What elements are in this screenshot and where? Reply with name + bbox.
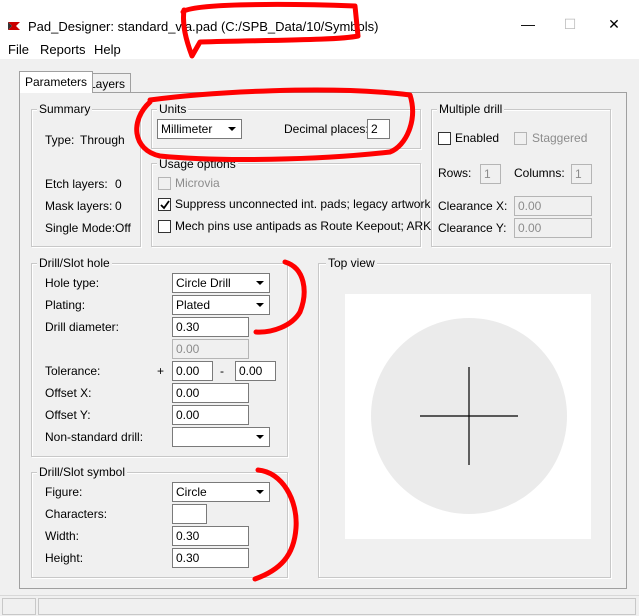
offset-x-input[interactable]: 0.00 bbox=[172, 383, 249, 403]
type-value: Through bbox=[80, 133, 125, 147]
maximize-button[interactable]: ☐ bbox=[550, 10, 590, 38]
suppress-label: Suppress unconnected int. pads; legacy a… bbox=[175, 197, 431, 211]
non-standard-drill-label: Non-standard drill: bbox=[45, 430, 144, 444]
status-section-2 bbox=[38, 598, 636, 615]
columns-label: Columns: bbox=[514, 166, 565, 180]
width-input[interactable]: 0.30 bbox=[172, 526, 249, 546]
menu-help[interactable]: Help bbox=[94, 42, 121, 57]
mask-layers-label: Mask layers: bbox=[45, 199, 113, 213]
summary-label: Summary bbox=[37, 102, 93, 116]
plating-value: Plated bbox=[176, 298, 211, 312]
tolerance-minus-sign: - bbox=[220, 364, 224, 378]
pad-preview bbox=[371, 318, 567, 514]
clearance-y-input[interactable]: 0.00 bbox=[514, 218, 592, 238]
plating-dropdown[interactable]: Plated bbox=[172, 295, 270, 315]
tolerance-minus-input[interactable]: 0.00 bbox=[235, 361, 276, 381]
window-title: Pad_Designer: standard_via.pad (C:/SPB_D… bbox=[28, 19, 379, 34]
type-label: Type: bbox=[45, 133, 75, 147]
tab-parameters[interactable]: Parameters bbox=[19, 71, 94, 93]
height-label: Height: bbox=[45, 551, 84, 565]
rows-input[interactable]: 1 bbox=[480, 164, 501, 184]
status-bar bbox=[0, 595, 639, 616]
figure-value: Circle bbox=[176, 485, 207, 499]
width-label: Width: bbox=[45, 529, 80, 543]
offset-y-input[interactable]: 0.00 bbox=[172, 405, 249, 425]
plating-label: Plating: bbox=[45, 298, 86, 312]
menu-reports[interactable]: Reports bbox=[40, 42, 86, 57]
etch-layers-label: Etch layers: bbox=[45, 177, 108, 191]
checkmark-icon bbox=[160, 200, 170, 210]
tolerance-plus-input[interactable]: 0.00 bbox=[172, 361, 213, 381]
status-section-1 bbox=[2, 598, 36, 615]
figure-label: Figure: bbox=[45, 485, 83, 499]
chevron-down-icon bbox=[256, 435, 264, 439]
close-button[interactable]: ✕ bbox=[594, 10, 634, 38]
microvia-label: Microvia bbox=[175, 176, 220, 190]
enabled-checkbox[interactable] bbox=[438, 132, 451, 145]
drill-slot-hole-label: Drill/Slot hole bbox=[37, 256, 112, 270]
characters-label: Characters: bbox=[45, 507, 108, 521]
decimal-places-input[interactable]: 2 bbox=[367, 119, 390, 139]
minimize-button[interactable]: — bbox=[508, 10, 548, 38]
clearance-x-label: Clearance X: bbox=[438, 199, 508, 213]
chevron-down-icon bbox=[228, 127, 236, 131]
multiple-drill-label: Multiple drill bbox=[437, 102, 505, 116]
drill-diameter-label: Drill diameter: bbox=[45, 320, 120, 334]
etch-layers-value: 0 bbox=[115, 177, 122, 191]
enabled-label: Enabled bbox=[455, 131, 500, 145]
single-mode-label: Single Mode: bbox=[45, 221, 116, 235]
menu-file[interactable]: File bbox=[8, 42, 29, 57]
menu-bar: File Reports Help bbox=[0, 38, 639, 60]
mask-layers-value: 0 bbox=[115, 199, 122, 213]
single-mode-value: Off bbox=[115, 221, 131, 235]
tolerance-label: Tolerance: bbox=[45, 364, 101, 378]
usage-options-label: Usage options bbox=[157, 157, 238, 171]
offset-y-label: Offset Y: bbox=[45, 408, 91, 422]
chevron-down-icon bbox=[256, 490, 264, 494]
suppress-checkbox[interactable] bbox=[158, 198, 171, 211]
drill-diameter-input[interactable]: 0.30 bbox=[172, 317, 249, 337]
hole-type-value: Circle Drill bbox=[176, 276, 231, 290]
top-view-canvas bbox=[345, 294, 591, 539]
title-bar: Pad_Designer: standard_via.pad (C:/SPB_D… bbox=[0, 0, 639, 38]
height-input[interactable]: 0.30 bbox=[172, 548, 249, 568]
staggered-checkbox[interactable] bbox=[514, 132, 527, 145]
tolerance-plus-sign: + bbox=[157, 364, 165, 378]
app-icon bbox=[7, 19, 21, 33]
chevron-down-icon bbox=[256, 303, 264, 307]
hole-type-label: Hole type: bbox=[45, 276, 100, 290]
drill-diameter-secondary-input[interactable]: 0.00 bbox=[172, 339, 249, 359]
columns-input[interactable]: 1 bbox=[571, 164, 592, 184]
top-view-label: Top view bbox=[326, 256, 377, 270]
decimal-places-label: Decimal places: bbox=[284, 122, 369, 136]
mech-pins-label: Mech pins use antipads as Route Keepout;… bbox=[175, 219, 432, 233]
non-standard-drill-dropdown[interactable] bbox=[172, 427, 270, 447]
offset-x-label: Offset X: bbox=[45, 386, 92, 400]
staggered-label: Staggered bbox=[532, 131, 588, 145]
hole-type-dropdown[interactable]: Circle Drill bbox=[172, 273, 270, 293]
clearance-x-input[interactable]: 0.00 bbox=[514, 196, 592, 216]
characters-input[interactable] bbox=[172, 504, 207, 524]
units-label: Units bbox=[157, 102, 189, 116]
rows-label: Rows: bbox=[438, 166, 472, 180]
clearance-y-label: Clearance Y: bbox=[438, 221, 507, 235]
figure-dropdown[interactable]: Circle bbox=[172, 482, 270, 502]
drill-slot-symbol-label: Drill/Slot symbol bbox=[37, 465, 128, 479]
mech-pins-checkbox[interactable] bbox=[158, 220, 171, 233]
units-value: Millimeter bbox=[161, 122, 213, 136]
units-dropdown[interactable]: Millimeter bbox=[157, 119, 242, 139]
microvia-checkbox[interactable] bbox=[158, 177, 171, 190]
chevron-down-icon bbox=[256, 281, 264, 285]
